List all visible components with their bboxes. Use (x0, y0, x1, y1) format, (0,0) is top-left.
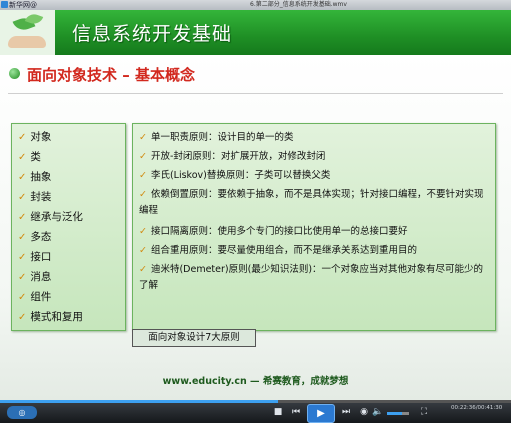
check-icon: ✓ (18, 152, 27, 163)
divider (8, 93, 503, 94)
check-icon: ✓ (18, 252, 27, 263)
slide-header: 信息系统开发基础 (0, 10, 511, 55)
concepts-box: ✓ 对象 ✓ 类 ✓ 抽象 ✓ 封装 ✓ 继承与泛化 ✓ 多态 ✓ 接口 ✓ 消息 ✓ 组件 ✓ 模… (11, 123, 126, 331)
sprout-logo-icon (0, 10, 55, 55)
check-icon: ✓ (18, 212, 27, 223)
header-title: 信息系统开发基础 (72, 23, 233, 45)
principle-item: ✓ 组合重用原则：要尽量使用组合，而不是继承关系达到重用目的 (139, 245, 417, 256)
volume-slider[interactable] (387, 412, 409, 415)
check-icon: ✓ (18, 132, 27, 143)
concept-item: ✓ 接口 (18, 251, 52, 263)
player-controls: ◎ ■ ⏮ ▶ ⏭ ◉ 🔈 ⛶ 00:22:36/00:41:30 (0, 400, 511, 423)
principle-item: ✓ 李氏(Liskov)替换原则：子类可以替换父类 (139, 170, 331, 181)
check-icon: ✓ (18, 172, 27, 183)
concept-item: ✓ 封装 (18, 191, 52, 203)
window-title: 6.第二部分_信息系统开发基础.wmv (250, 1, 347, 8)
bullet-icon (9, 68, 20, 79)
volume-icon[interactable]: 🔈 (372, 405, 384, 419)
principle-item: ✓ 接口隔离原则：使用多个专门的接口比使用单一的总接口要好 (139, 226, 408, 237)
concept-item: ✓ 消息 (18, 271, 52, 283)
check-icon: ✓ (139, 226, 147, 237)
app-name: 新华网@ (9, 1, 37, 9)
prev-icon[interactable]: ⏮ (290, 405, 302, 419)
check-icon: ✓ (139, 151, 147, 162)
playback-time: 00:22:36/00:41:30 (451, 405, 503, 411)
principles-tag: 面向对象设计7大原则 (132, 329, 256, 347)
app-logo-icon (1, 1, 8, 8)
principle-item: ✓ 开放-封闭原则：对扩展开放，对修改封闭 (139, 151, 326, 162)
check-icon: ✓ (18, 292, 27, 303)
view-icon[interactable]: ◎ (7, 406, 37, 419)
section-title: 面向对象技术 – 基本概念 (27, 66, 195, 84)
fullscreen-icon[interactable]: ⛶ (418, 405, 430, 419)
check-icon: ✓ (18, 192, 27, 203)
check-icon: ✓ (18, 312, 27, 323)
check-icon: ✓ (18, 272, 27, 283)
mute-icon[interactable]: ◉ (358, 405, 370, 419)
concept-item: ✓ 多态 (18, 231, 52, 243)
principle-item: ✓ 迪米特(Demeter)原则(最少知识法则)：一个对象应当对其他对象有尽可能少… (139, 264, 484, 291)
seek-bar-fill (0, 400, 279, 403)
check-icon: ✓ (139, 170, 147, 181)
concept-item: ✓ 组件 (18, 291, 52, 303)
check-icon: ✓ (139, 264, 147, 275)
principle-item: ✓ 依赖倒置原则：要依赖于抽象，而不是具体实现；针对接口编程，不要针对实现编程 (139, 189, 484, 216)
footer-text: www.educity.cn — 希赛教育，成就梦想 (162, 376, 349, 387)
stop-icon[interactable]: ■ (272, 405, 284, 419)
slide-body: 面向对象技术 – 基本概念 ✓ 对象 ✓ 类 ✓ 抽象 ✓ 封装 ✓ 继承与泛化 ✓ 多态 … (0, 55, 511, 400)
principles-box: ✓ 单一职责原则：设计目的单一的类 ✓ 开放-封闭原则：对扩展开放，对修改封闭 ✓ 李… (132, 123, 496, 331)
concept-item: ✓ 对象 (18, 131, 52, 143)
concept-item: ✓ 继承与泛化 (18, 211, 83, 223)
principle-item: ✓ 单一职责原则：设计目的单一的类 (139, 132, 294, 143)
concept-item: ✓ 抽象 (18, 171, 52, 183)
check-icon: ✓ (139, 189, 147, 200)
next-icon[interactable]: ⏭ (340, 405, 352, 419)
check-icon: ✓ (139, 245, 147, 256)
volume-slider-fill (387, 412, 403, 415)
play-icon[interactable]: ▶ (307, 404, 335, 423)
check-icon: ✓ (18, 232, 27, 243)
concept-item: ✓ 类 (18, 151, 41, 163)
check-icon: ✓ (139, 132, 147, 143)
seek-bar[interactable] (0, 400, 511, 403)
concept-item: ✓ 模式和复用 (18, 311, 83, 323)
